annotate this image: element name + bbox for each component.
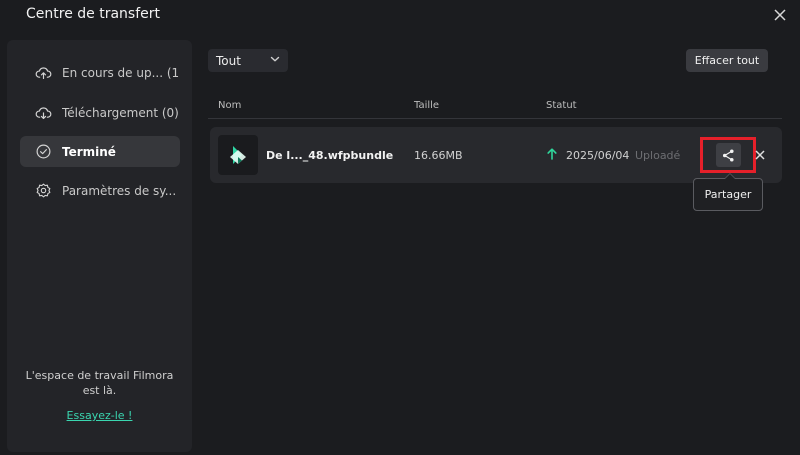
column-header-status: Statut [546, 100, 577, 111]
file-status: Uploadé [635, 149, 681, 162]
window-title: Centre de transfert [26, 6, 160, 22]
column-header-size: Taille [414, 100, 440, 111]
filter-value: Tout [216, 53, 241, 68]
chevron-down-icon [270, 56, 280, 62]
file-name: De l..._48.wfpbundle [266, 149, 394, 162]
cloud-upload-icon [35, 67, 52, 80]
remove-row-icon[interactable] [753, 148, 767, 162]
sidebar-item-downloads[interactable]: Téléchargement (0) [20, 97, 180, 128]
table-row[interactable]: De l..._48.wfpbundle 16.66MB 2025/06/04 … [210, 127, 782, 183]
try-it-link[interactable]: Essayez-le ! [7, 409, 192, 422]
sidebar-item-label: Téléchargement (0) [62, 105, 179, 120]
close-icon[interactable] [771, 6, 789, 24]
file-thumbnail [218, 135, 258, 175]
sidebar-item-completed[interactable]: Terminé [20, 136, 180, 167]
cloud-download-icon [35, 107, 52, 120]
check-circle-icon [36, 144, 51, 159]
column-header-name: Nom [218, 100, 242, 111]
file-size: 16.66MB [414, 149, 463, 162]
sidebar-item-label: Terminé [62, 144, 116, 159]
share-button-highlight [700, 137, 756, 173]
header-divider [208, 118, 782, 119]
status-filter-dropdown[interactable]: Tout [208, 49, 288, 72]
upload-arrow-icon [547, 148, 557, 160]
sidebar-item-settings[interactable]: Paramètres de sy... [20, 175, 180, 206]
file-date: 2025/06/04 [566, 149, 630, 162]
sidebar-item-label: En cours de up... (1) [62, 65, 180, 80]
sidebar-item-uploading[interactable]: En cours de up... (1) [20, 57, 180, 88]
workspace-promo-text: L'espace de travail Filmora est là. [25, 369, 174, 397]
filmora-logo-icon [230, 146, 246, 164]
gear-icon [36, 183, 51, 198]
sidebar-item-label: Paramètres de sy... [62, 183, 177, 198]
sidebar: En cours de up... (1) Téléchargement (0)… [7, 40, 192, 452]
share-tooltip: Partager [693, 173, 763, 211]
clear-all-button[interactable]: Effacer tout [686, 49, 768, 72]
